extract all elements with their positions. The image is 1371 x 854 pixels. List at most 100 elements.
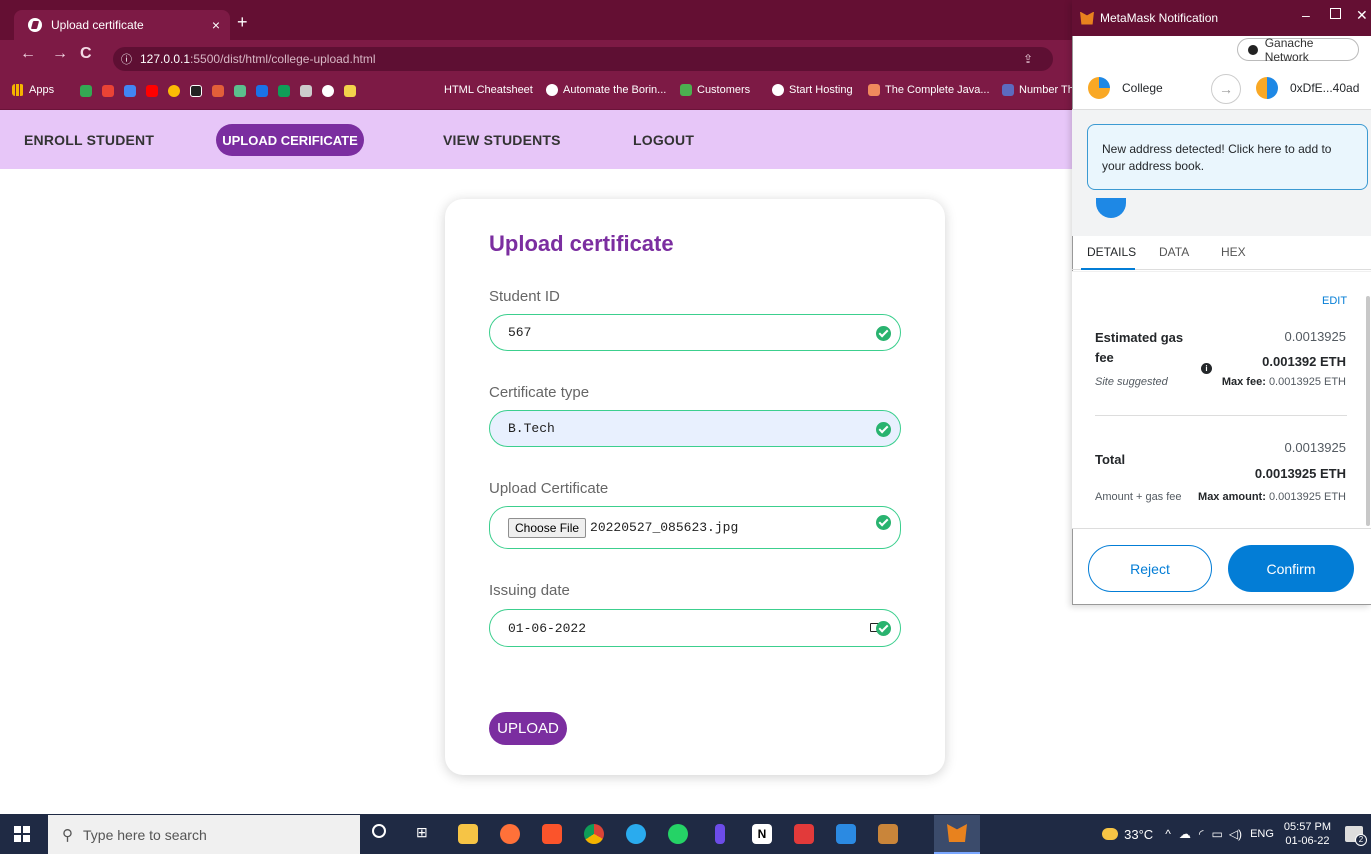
network-dot-icon — [1248, 44, 1258, 55]
share-icon[interactable]: ⇪ — [1023, 52, 1033, 66]
maps-icon[interactable] — [80, 85, 92, 97]
bookmark-icon[interactable] — [256, 85, 268, 97]
bookmark-item-4[interactable]: The Complete Java... — [868, 84, 990, 96]
to-account-avatar — [1256, 77, 1278, 99]
notification-count: 2 — [1355, 834, 1367, 846]
bookmark-item-1[interactable]: Automate the Borin... — [546, 84, 666, 96]
nav-view-students[interactable]: VIEW STUDENTS — [443, 132, 561, 148]
volume-icon[interactable]: ◁) — [1229, 827, 1242, 841]
certificate-file-input[interactable]: Choose File 20220527_085623.jpg — [489, 506, 901, 549]
minimize-icon[interactable]: – — [1302, 7, 1310, 23]
scrollbar[interactable] — [1366, 296, 1370, 526]
gmail-icon[interactable] — [102, 85, 114, 97]
check-icon — [876, 326, 891, 341]
bookmark-icon[interactable] — [344, 85, 356, 97]
clock[interactable]: 05:57 PM 01-06-22 — [1284, 820, 1331, 848]
app-icon[interactable] — [794, 824, 814, 844]
telegram-icon[interactable] — [626, 824, 646, 844]
new-tab-button[interactable]: + — [237, 12, 248, 33]
battery-icon[interactable]: ▭ — [1211, 827, 1222, 841]
issuing-date-input[interactable]: 01-06-2022 — [489, 609, 901, 647]
edit-link[interactable]: EDIT — [1322, 295, 1347, 307]
network-selector[interactable]: Ganache Network — [1237, 35, 1359, 64]
globe-icon — [28, 18, 42, 32]
url-field[interactable]: ⓘ 127.0.0.1:5500/dist/html/college-uploa… — [113, 47, 1053, 71]
metamask-taskbar-button[interactable] — [934, 815, 980, 854]
issuing-date-value: 01-06-2022 — [508, 620, 587, 636]
notion-icon[interactable]: N — [752, 824, 772, 844]
tab-close-icon[interactable]: × — [212, 17, 220, 33]
vscode-icon[interactable] — [836, 824, 856, 844]
meet-icon[interactable] — [124, 85, 136, 97]
new-address-notice[interactable]: New address detected! Click here to add … — [1087, 124, 1368, 190]
close-icon[interactable]: ✕ — [1356, 7, 1368, 24]
forward-icon[interactable]: → — [52, 45, 68, 63]
bookmark-icon[interactable] — [234, 85, 246, 97]
wifi-icon[interactable]: ◜ — [1199, 827, 1204, 841]
bookmark-icon[interactable] — [168, 85, 180, 97]
bookmark-item-0[interactable]: HTML Cheatsheet — [444, 84, 533, 96]
taskbar-search[interactable]: ⚲ Type here to search — [48, 815, 360, 854]
bookmark-icon[interactable] — [190, 85, 202, 97]
bookmark-item-2[interactable]: Customers — [680, 84, 750, 96]
google-icon[interactable] — [322, 85, 334, 97]
brave-icon[interactable] — [542, 824, 562, 844]
tab-data[interactable]: DATA — [1159, 245, 1189, 259]
file-name: 20220527_085623.jpg — [590, 520, 739, 535]
bookmark-item-3[interactable]: Start Hosting — [772, 84, 853, 96]
bookmark-item-5[interactable]: Number Th — [1002, 84, 1074, 96]
temperature[interactable]: 33°C — [1124, 827, 1153, 842]
cloud-icon[interactable]: ☁ — [1179, 827, 1191, 841]
tab-title: Upload certificate — [51, 18, 144, 32]
app-icon[interactable] — [715, 824, 725, 844]
details-panel — [1072, 271, 1371, 528]
tab-hex[interactable]: HEX — [1221, 245, 1246, 259]
bookmark-icon[interactable] — [278, 85, 290, 97]
youtube-icon[interactable] — [146, 85, 158, 97]
file-explorer-icon[interactable] — [458, 824, 478, 844]
weather-icon[interactable] — [1102, 828, 1119, 840]
cortana-icon[interactable] — [372, 824, 386, 838]
bookmark-apps[interactable]: Apps — [12, 84, 54, 96]
arrow-right-icon: → — [1211, 74, 1241, 104]
certificate-type-input[interactable]: B.Tech — [489, 410, 901, 447]
back-icon[interactable]: ← — [20, 45, 36, 63]
total-label: Total — [1095, 452, 1126, 467]
reload-icon[interactable]: C — [80, 45, 92, 63]
student-id-input[interactable]: 567 — [489, 314, 901, 351]
bookmark-icon — [1002, 84, 1014, 96]
form-title: Upload certificate — [489, 231, 674, 256]
notification-icon[interactable]: 2 — [1345, 826, 1367, 846]
app-icon[interactable] — [878, 824, 898, 844]
metamask-fox-icon — [1080, 11, 1094, 25]
chevron-up-icon[interactable]: ^ — [1165, 827, 1171, 841]
nav-logout[interactable]: LOGOUT — [633, 132, 694, 148]
tab-details[interactable]: DETAILS — [1087, 245, 1136, 259]
windows-start-icon[interactable] — [14, 826, 30, 842]
maximize-icon[interactable] — [1330, 8, 1341, 19]
to-account-address[interactable]: 0xDfE...40ad — [1290, 81, 1359, 95]
confirm-button[interactable]: Confirm — [1228, 545, 1354, 592]
firefox-icon[interactable] — [500, 824, 520, 844]
upload-button[interactable]: UPLOAD — [489, 712, 567, 745]
gas-fee-label: Estimated gas fee — [1095, 330, 1184, 365]
nav-upload-certificate[interactable]: UPLOAD CERIFICATE — [216, 124, 364, 156]
reject-button[interactable]: Reject — [1088, 545, 1212, 592]
student-id-value: 567 — [508, 325, 532, 340]
network-name: Ganache Network — [1264, 35, 1314, 64]
metamask-title: MetaMask Notification — [1100, 11, 1219, 25]
language-indicator[interactable]: ENG — [1250, 828, 1274, 840]
whatsapp-icon[interactable] — [668, 824, 688, 844]
url-path: :5500/dist/html/college-upload.html — [190, 52, 376, 66]
choose-file-button[interactable]: Choose File — [508, 517, 587, 538]
browser-tab[interactable]: Upload certificate × — [14, 10, 230, 40]
total-eth: 0.0013925 ETH — [1254, 466, 1346, 481]
bookmark-icon[interactable] — [212, 85, 224, 97]
task-view-icon[interactable]: ⊞ — [416, 824, 428, 841]
nav-enroll-student[interactable]: ENROLL STUDENT — [24, 132, 154, 148]
total-value: 0.0013925 — [1284, 440, 1346, 455]
bookmark-icon[interactable] — [300, 85, 312, 97]
time: 05:57 PM — [1283, 821, 1331, 833]
chrome-icon[interactable] — [584, 824, 604, 844]
info-icon[interactable]: i — [1201, 363, 1212, 374]
